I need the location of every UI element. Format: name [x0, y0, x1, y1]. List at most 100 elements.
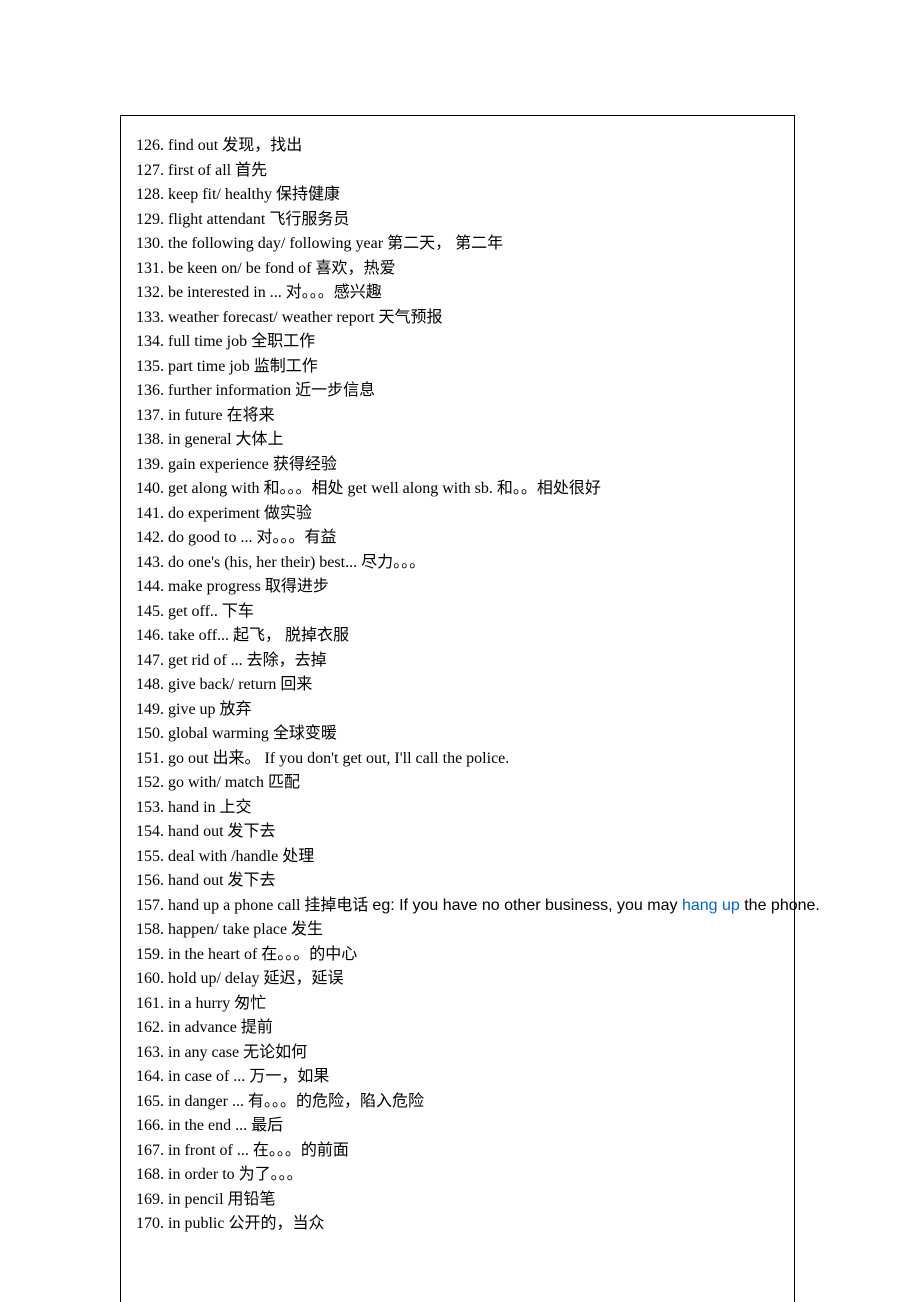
- entry-phrase: in the heart of: [168, 946, 257, 963]
- entry-number: 142.: [136, 529, 164, 546]
- entry-definition: 发下去: [228, 823, 276, 840]
- entry-row: 139. gain experience 获得经验: [136, 453, 784, 478]
- entry-number: 165.: [136, 1093, 164, 1110]
- entry-row: 136. further information 近一步信息: [136, 379, 784, 404]
- entry-phrase: do one's (his, her their) best...: [168, 554, 357, 571]
- entry-definition: 上交: [220, 799, 252, 816]
- entry-definition: 大体上: [236, 431, 284, 448]
- entry-definition: 用铅笔: [228, 1191, 276, 1208]
- entry-definition: 最后: [251, 1117, 283, 1134]
- entry-definition: 发生: [291, 921, 323, 938]
- entry-definition: 飞行服务员: [269, 211, 349, 228]
- entry-row: 143. do one's (his, her their) best... 尽…: [136, 551, 784, 576]
- entry-row: 129. flight attendant 飞行服务员: [136, 208, 784, 233]
- entry-phrase: find out: [168, 137, 218, 154]
- entry-phrase: in case of ...: [168, 1068, 245, 1085]
- entry-phrase: go out: [168, 750, 208, 767]
- entry-row: 147. get rid of ... 去除，去掉: [136, 649, 784, 674]
- entry-row: 142. do good to ... 对。。。有益: [136, 526, 784, 551]
- entry-definition: 全球变暖: [273, 725, 337, 742]
- entry-number: 159.: [136, 946, 164, 963]
- entry-phrase: get rid of ...: [168, 652, 243, 669]
- entry-phrase: in any case: [168, 1044, 239, 1061]
- entry-number: 126.: [136, 137, 164, 154]
- entry-phrase: in the end ...: [168, 1117, 247, 1134]
- entry-definition: 尽力。。。: [361, 554, 425, 571]
- entry-number: 163.: [136, 1044, 164, 1061]
- entry-row: 151. go out 出来。 If you don't get out, I'…: [136, 747, 784, 772]
- entry-number: 144.: [136, 578, 164, 595]
- entry-phrase: hand in: [168, 799, 216, 816]
- entry-definition: 取得进步: [265, 578, 329, 595]
- entry-definition: 发现，找出: [222, 137, 302, 154]
- entry-phrase: happen/ take place: [168, 921, 287, 938]
- entry-row: 131. be keen on/ be fond of 喜欢，热爱: [136, 257, 784, 282]
- entry-number: 138.: [136, 431, 164, 448]
- entry-phrase: give back/ return: [168, 676, 276, 693]
- entry-phrase: weather forecast/ weather report: [168, 309, 375, 326]
- entry-number: 146.: [136, 627, 164, 644]
- entry-definition: 监制工作: [254, 358, 318, 375]
- entry-example-pre: eg: If you have no other business, you m…: [372, 897, 682, 914]
- entry-definition: 保持健康: [276, 186, 340, 203]
- entry-definition: 和。。。相处 get well along with sb. 和。。相处很好: [264, 480, 601, 497]
- entry-row: 150. global warming 全球变暖: [136, 722, 784, 747]
- entry-phrase: in public: [168, 1215, 224, 1232]
- entry-number: 131.: [136, 260, 164, 277]
- entry-number: 127.: [136, 162, 164, 179]
- entry-row: 157. hand up a phone call 挂掉电话 eg: If yo…: [136, 894, 784, 919]
- entry-row: 159. in the heart of 在。。。的中心: [136, 943, 784, 968]
- entry-phrase: get off..: [168, 603, 218, 620]
- entry-number: 166.: [136, 1117, 164, 1134]
- entry-phrase: get along with: [168, 480, 260, 497]
- entry-number: 130.: [136, 235, 164, 252]
- entry-definition: 在将来: [227, 407, 275, 424]
- entry-number: 139.: [136, 456, 164, 473]
- entry-number: 156.: [136, 872, 164, 889]
- entry-row: 164. in case of ... 万一，如果: [136, 1065, 784, 1090]
- entry-row: 165. in danger ... 有。。。的危险，陷入危险: [136, 1090, 784, 1115]
- entry-phrase: further information: [168, 382, 291, 399]
- entry-phrase: be keen on/ be fond of: [168, 260, 312, 277]
- entry-row: 169. in pencil 用铅笔: [136, 1188, 784, 1213]
- entry-number: 164.: [136, 1068, 164, 1085]
- entry-row: 146. take off... 起飞， 脱掉衣服: [136, 624, 784, 649]
- entry-number: 141.: [136, 505, 164, 522]
- entry-phrase: in front of ...: [168, 1142, 249, 1159]
- entry-row: 152. go with/ match 匹配: [136, 771, 784, 796]
- entry-number: 169.: [136, 1191, 164, 1208]
- entry-row: 132. be interested in ... 对。。。感兴趣: [136, 281, 784, 306]
- entry-definition: 天气预报: [379, 309, 443, 326]
- entry-number: 168.: [136, 1166, 164, 1183]
- vocabulary-list: 126. find out 发现，找出127. first of all 首先1…: [136, 134, 784, 1237]
- entry-row: 162. in advance 提前: [136, 1016, 784, 1041]
- entry-phrase: in a hurry: [168, 995, 230, 1012]
- entry-phrase: in order to: [168, 1166, 235, 1183]
- entry-phrase: gain experience: [168, 456, 269, 473]
- entry-number: 160.: [136, 970, 164, 987]
- entry-row: 141. do experiment 做实验: [136, 502, 784, 527]
- entry-number: 140.: [136, 480, 164, 497]
- entry-phrase: keep fit/ healthy: [168, 186, 272, 203]
- entry-phrase: hand out: [168, 823, 224, 840]
- entry-phrase: part time job: [168, 358, 250, 375]
- entry-row: 161. in a hurry 匆忙: [136, 992, 784, 1017]
- entry-number: 128.: [136, 186, 164, 203]
- entry-number: 157.: [136, 897, 164, 914]
- entry-phrase: flight attendant: [168, 211, 265, 228]
- entry-phrase: in pencil: [168, 1191, 224, 1208]
- entry-row: 154. hand out 发下去: [136, 820, 784, 845]
- entry-definition: 第二天， 第二年: [387, 235, 503, 252]
- entry-definition: 喜欢，热爱: [316, 260, 396, 277]
- entry-definition: 近一步信息: [295, 382, 375, 399]
- entry-row: 130. the following day/ following year 第…: [136, 232, 784, 257]
- entry-row: 158. happen/ take place 发生: [136, 918, 784, 943]
- entry-definition: 匆忙: [234, 995, 266, 1012]
- entry-phrase: full time job: [168, 333, 247, 350]
- entry-row: 148. give back/ return 回来: [136, 673, 784, 698]
- entry-number: 137.: [136, 407, 164, 424]
- entry-number: 135.: [136, 358, 164, 375]
- entry-number: 136.: [136, 382, 164, 399]
- entry-number: 167.: [136, 1142, 164, 1159]
- entry-number: 133.: [136, 309, 164, 326]
